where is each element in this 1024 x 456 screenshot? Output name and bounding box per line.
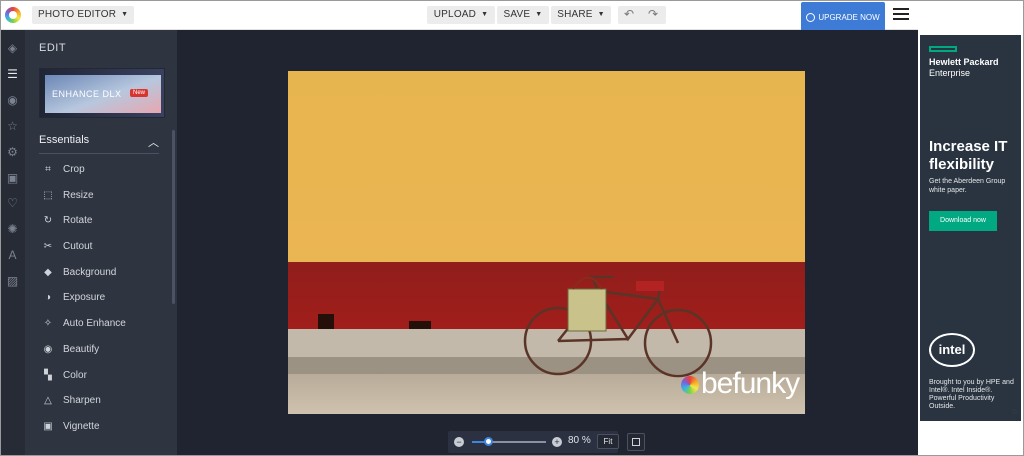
vignette-icon: ▣ xyxy=(43,420,53,432)
edit-sliders-icon[interactable]: ☰ xyxy=(5,67,20,82)
fit-button[interactable]: Fit xyxy=(597,434,619,449)
photo-editor-menu[interactable]: PHOTO EDITOR ▼ xyxy=(32,6,135,24)
ad-download-button[interactable]: Download now xyxy=(929,211,997,231)
tool-label: Exposure xyxy=(63,292,106,304)
star-icon[interactable]: ☆ xyxy=(5,119,20,134)
top-toolbar: PHOTO EDITOR ▼ UPLOAD ▼ SAVE ▼ SHARE ▼ ↶ ↷ xyxy=(0,0,918,30)
tool-item-resize[interactable]: ⬚ Resize xyxy=(39,183,165,209)
user-icon xyxy=(806,13,816,22)
ad-brand-line2: Enterprise xyxy=(929,68,971,78)
eye-icon[interactable]: ◉ xyxy=(5,93,20,108)
tool-item-exposure[interactable]: ◑ Exposure xyxy=(39,285,165,311)
sharpen-icon: △ xyxy=(44,395,52,407)
panel-title: EDIT xyxy=(39,42,67,54)
tool-label: Beautify xyxy=(63,343,100,355)
undo-icon[interactable]: ↶ xyxy=(624,7,634,21)
redo-icon[interactable]: ↷ xyxy=(648,7,658,21)
tool-item-auto-enhance[interactable]: ✧ Auto Enhance xyxy=(39,311,165,337)
chevron-down-icon: ▼ xyxy=(481,11,489,18)
upgrade-now-button[interactable]: UPGRADE NOW xyxy=(801,2,885,33)
photo-editor-label: PHOTO EDITOR xyxy=(38,9,117,20)
banner-label: ENHANCE DLX xyxy=(52,89,122,99)
zoom-out-icon[interactable]: − xyxy=(454,437,464,447)
tool-label: Background xyxy=(63,266,117,278)
save-button[interactable]: SAVE ▼ xyxy=(497,6,549,24)
upgrade-label: UPGRADE NOW xyxy=(818,13,880,22)
intel-logo: intel xyxy=(929,333,975,367)
upload-button[interactable]: UPLOAD ▼ xyxy=(427,6,495,24)
share-button[interactable]: SHARE ▼ xyxy=(551,6,611,24)
tool-label: Auto Enhance xyxy=(63,318,126,330)
tool-item-rotate[interactable]: ↻ Rotate xyxy=(39,208,165,234)
ad-banner[interactable]: Hewlett Packard Enterprise Increase IT f… xyxy=(920,35,1021,421)
hamburger-menu-icon[interactable] xyxy=(893,8,909,22)
tool-label: Crop xyxy=(63,164,85,175)
rotate-icon: ↻ xyxy=(43,215,53,227)
texture-icon[interactable]: ✺ xyxy=(5,222,20,237)
resize-icon: ⬚ xyxy=(43,189,53,201)
tool-label: Rotate xyxy=(63,215,93,227)
tool-item-background[interactable]: ◆ Background xyxy=(39,260,165,286)
app-window: PHOTO EDITOR ▼ UPLOAD ▼ SAVE ▼ SHARE ▼ ↶ ↷ U… xyxy=(0,0,1024,456)
tool-item-crop[interactable]: ⌗ Crop xyxy=(39,157,165,183)
tool-item-sharpen[interactable]: △ Sharpen xyxy=(39,388,165,414)
chevron-down-icon: ▼ xyxy=(597,11,605,18)
frame-icon[interactable]: ▣ xyxy=(5,171,20,186)
save-label: SAVE xyxy=(503,9,531,20)
befunky-logo[interactable] xyxy=(5,7,21,23)
edit-panel: EDIT ENHANCE DLX New Essentials ︿ ⌗ Crop ⬚… xyxy=(25,30,177,456)
layers-icon[interactable]: ◈ xyxy=(5,41,20,56)
befunky-watermark: befunky xyxy=(681,367,800,401)
tool-item-color[interactable]: ▚ Color xyxy=(39,363,165,389)
chevron-up-icon: ︿ xyxy=(148,137,159,149)
tool-item-vignette[interactable]: ▣ Vignette xyxy=(39,414,165,440)
pattern-icon[interactable]: ▨ xyxy=(5,274,20,289)
ad-brand: Hewlett Packard xyxy=(929,57,999,67)
zoom-in-icon[interactable]: + xyxy=(552,437,562,447)
panel-scrollbar[interactable] xyxy=(172,130,175,304)
crop-icon: ⌗ xyxy=(45,164,51,175)
ad-choices-icon[interactable]: ◌ xyxy=(1012,408,1020,416)
chevron-down-icon: ▼ xyxy=(121,11,129,18)
ad-subtext: Get the Aberdeen Group white paper. xyxy=(929,178,1006,194)
photo[interactable]: befunky xyxy=(288,71,805,414)
tool-item-cutout[interactable]: ✂ Cutout xyxy=(39,234,165,260)
heart-icon[interactable]: ♡ xyxy=(5,196,20,211)
section-label: Essentials xyxy=(39,134,90,146)
zoom-slider-handle[interactable] xyxy=(484,437,493,446)
enhance-dlx-banner[interactable]: ENHANCE DLX New xyxy=(39,68,165,118)
exposure-icon: ◑ xyxy=(44,292,52,304)
tool-label: Vignette xyxy=(63,420,100,432)
background-icon: ◆ xyxy=(44,266,52,278)
ad-footer: Brought to you by HPE and Intel®. Intel … xyxy=(929,379,1014,410)
ad-headline: Increase IT flexibility xyxy=(929,138,1008,173)
tool-rail: ◈ ☰ ◉ ☆ ⚙ ▣ ♡ ✺ A ▨ xyxy=(0,30,25,456)
undo-redo-group: ↶ ↷ xyxy=(618,6,666,24)
zoom-control: − + 80 % xyxy=(448,431,618,453)
auto-enhance-icon: ✧ xyxy=(43,318,53,330)
zoom-value: 80 % xyxy=(568,435,591,446)
chevron-down-icon: ▼ xyxy=(535,11,543,18)
watermark-text: befunky xyxy=(701,367,800,400)
new-badge: New xyxy=(130,89,149,97)
essentials-list: ⌗ Crop ⬚ Resize ↻ Rotate ✂ Cutout ◆ Backgroun… xyxy=(39,157,165,440)
tool-label: Sharpen xyxy=(63,395,101,407)
gear-icon[interactable]: ⚙ xyxy=(5,145,20,160)
hpe-logo-icon xyxy=(929,46,957,52)
tool-label: Resize xyxy=(63,189,94,201)
text-icon[interactable]: A xyxy=(5,248,20,263)
tool-label: Cutout xyxy=(63,241,93,253)
tool-label: Color xyxy=(63,369,87,381)
color-icon: ▚ xyxy=(44,369,52,381)
fullscreen-icon[interactable] xyxy=(627,433,645,451)
essentials-section-header[interactable]: Essentials ︿ xyxy=(39,134,159,154)
share-label: SHARE xyxy=(557,9,593,20)
tool-item-beautify[interactable]: ◉ Beautify xyxy=(39,337,165,363)
cutout-icon: ✂ xyxy=(43,241,53,253)
beautify-icon: ◉ xyxy=(43,343,53,355)
upload-label: UPLOAD xyxy=(433,9,477,20)
